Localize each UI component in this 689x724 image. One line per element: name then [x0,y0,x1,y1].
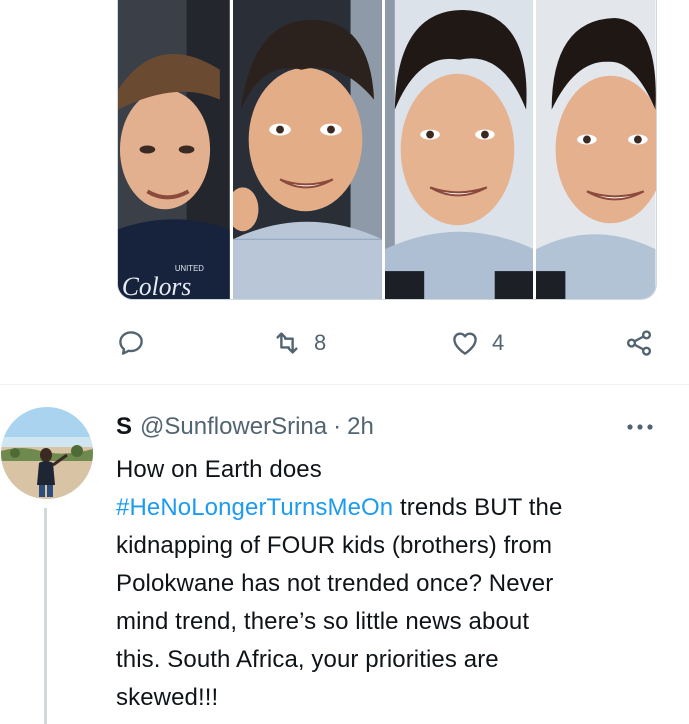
media-photo-3[interactable] [381,0,534,299]
tweet-text-line-2-rest: trends BUT the [393,494,563,521]
media-photo-2[interactable] [229,0,382,299]
reply-button[interactable] [116,328,146,358]
thread-line [44,508,47,724]
tweet-text-line-2: #HeNoLongerTurnsMeOn trends BUT the [116,489,656,527]
retweet-button[interactable]: 8 [272,328,326,358]
like-count: 4 [492,330,505,355]
retweet-icon [276,332,298,354]
share-button[interactable] [624,328,654,358]
reply-icon [119,331,143,355]
tweet-action-bar: 8 4 [0,326,689,360]
like-button[interactable]: 4 [450,328,504,358]
header-separator: · [333,413,342,440]
tweet-header: S @SunflowerSrina · 2h [116,410,374,444]
display-name[interactable]: S [116,410,132,444]
more-icon [627,424,653,430]
tweet-text-line-1: How on Earth does [116,456,322,483]
avatar[interactable] [1,407,93,499]
hashtag-link[interactable]: #HeNoLongerTurnsMeOn [116,494,393,521]
media-photo-4[interactable] [533,0,656,299]
tweet-text-line-7: skewed!!! [116,684,219,711]
tweet-text-line-3: kidnapping of FOUR kids (brothers) from [116,532,553,559]
tweet-text-line-6: this. South Africa, your priorities are [116,646,499,673]
tweet-text: How on Earth does #HeNoLongerTurnsMeOn t… [116,451,656,717]
shirt-text-main: Colors [122,272,191,299]
share-icon [626,330,652,356]
tweet-text-line-5: mind trend, there’s so little news about [116,608,530,635]
tweet-media-grid[interactable]: UNITED Colors [117,0,657,300]
heart-icon [453,332,477,355]
user-handle[interactable]: @SunflowerSrina [140,410,327,444]
retweet-count: 8 [314,330,327,355]
tweet-timestamp[interactable]: 2h [347,410,374,444]
tweet-text-line-4: Polokwane has not trended once? Never [116,570,554,597]
media-photo-1[interactable]: UNITED Colors [118,0,230,299]
more-button[interactable] [620,412,660,442]
tweet-divider [0,384,689,385]
